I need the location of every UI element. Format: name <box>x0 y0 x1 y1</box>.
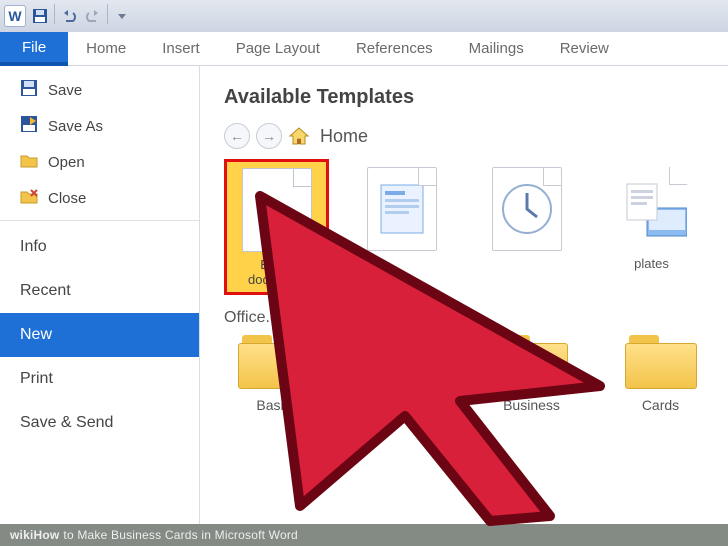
sidebar-item-save[interactable]: Save <box>0 72 199 108</box>
template-thumbnails: Blank document Blog post plates <box>224 159 704 295</box>
watermark-brand: wikiHow <box>10 528 59 542</box>
sidebar-item-label: Save As <box>48 118 103 135</box>
separator <box>0 220 199 221</box>
word-logo-icon: W <box>4 5 26 27</box>
redo-icon[interactable] <box>81 4 105 28</box>
sidebar-item-label: Recent <box>20 282 71 300</box>
tab-file[interactable]: File <box>0 32 68 66</box>
templates-breadcrumb-nav: ← → Home <box>224 123 704 149</box>
office-templates-heading: Office.com Templates <box>224 309 704 327</box>
template-recent[interactable] <box>474 159 579 295</box>
template-blank-document[interactable]: Blank document <box>224 159 329 295</box>
backstage-view: Save Save As Open Close Info Recent New … <box>0 66 728 524</box>
folder-label: Business <box>503 397 560 413</box>
folder-blue[interactable]: Blue <box>359 335 446 413</box>
sidebar-item-save-as[interactable]: Save As <box>0 108 199 144</box>
template-label: Blank document <box>231 258 322 288</box>
tab-home[interactable]: Home <box>68 32 144 65</box>
separator <box>107 4 108 24</box>
blank-document-icon <box>242 168 312 252</box>
quick-access-toolbar <box>28 4 134 28</box>
sidebar-item-label: Close <box>48 190 86 207</box>
save-icon <box>20 79 38 101</box>
sidebar-item-print[interactable]: Print <box>0 357 199 401</box>
template-label: plates <box>634 257 669 285</box>
separator <box>54 4 55 24</box>
sidebar-item-close[interactable]: Close <box>0 180 199 216</box>
sidebar-item-label: Save & Send <box>20 414 113 432</box>
open-icon <box>20 151 38 173</box>
watermark-bar: wikiHow to Make Business Cards in Micros… <box>0 524 728 546</box>
tab-review[interactable]: Review <box>542 32 627 65</box>
folder-cards[interactable]: Cards <box>617 335 704 413</box>
folder-label: Basic <box>256 397 290 413</box>
tab-references[interactable]: References <box>338 32 451 65</box>
ribbon-tabs: File Home Insert Page Layout References … <box>0 32 728 66</box>
recent-templates-icon <box>492 167 562 251</box>
folder-icon <box>496 335 568 389</box>
template-blog-post[interactable]: Blog post <box>349 159 454 295</box>
sidebar-item-label: New <box>20 326 52 344</box>
folder-label: Cards <box>642 397 679 413</box>
save-icon[interactable] <box>28 4 52 28</box>
save-as-icon <box>20 115 38 137</box>
sidebar-item-info[interactable]: Info <box>0 225 199 269</box>
sidebar-item-label: Open <box>48 154 85 171</box>
folder-business[interactable]: Business <box>488 335 575 413</box>
folder-icon <box>238 335 310 389</box>
template-sample[interactable]: plates <box>599 159 704 295</box>
tab-insert[interactable]: Insert <box>144 32 218 65</box>
blog-post-icon <box>367 167 437 251</box>
sidebar-item-label: Print <box>20 370 53 388</box>
title-bar: W <box>0 0 728 32</box>
backstage-sidebar: Save Save As Open Close Info Recent New … <box>0 66 200 524</box>
sidebar-item-open[interactable]: Open <box>0 144 199 180</box>
folder-label: Blue <box>388 397 416 413</box>
watermark-text: to Make Business Cards in Microsoft Word <box>63 528 298 542</box>
sidebar-item-save-send[interactable]: Save & Send <box>0 401 199 445</box>
close-icon <box>20 187 38 209</box>
office-templates-folders: Basic Blue Business Cards <box>224 335 704 413</box>
section-heading: Available Templates <box>224 86 704 109</box>
sidebar-item-new[interactable]: New <box>0 313 199 357</box>
breadcrumb-home[interactable]: Home <box>320 126 368 147</box>
sample-templates-icon <box>617 167 687 251</box>
qat-dropdown-icon[interactable] <box>110 4 134 28</box>
folder-basic[interactable]: Basic <box>230 335 317 413</box>
nav-forward-button[interactable]: → <box>256 123 282 149</box>
templates-panel: Available Templates ← → Home Blank docum… <box>200 66 728 524</box>
undo-icon[interactable] <box>57 4 81 28</box>
sidebar-item-recent[interactable]: Recent <box>0 269 199 313</box>
nav-back-button[interactable]: ← <box>224 123 250 149</box>
tab-page-layout[interactable]: Page Layout <box>218 32 338 65</box>
folder-icon <box>367 335 439 389</box>
sidebar-item-label: Info <box>20 238 47 256</box>
home-icon[interactable] <box>288 125 310 147</box>
folder-icon <box>625 335 697 389</box>
sidebar-item-label: Save <box>48 82 82 99</box>
tab-mailings[interactable]: Mailings <box>451 32 542 65</box>
